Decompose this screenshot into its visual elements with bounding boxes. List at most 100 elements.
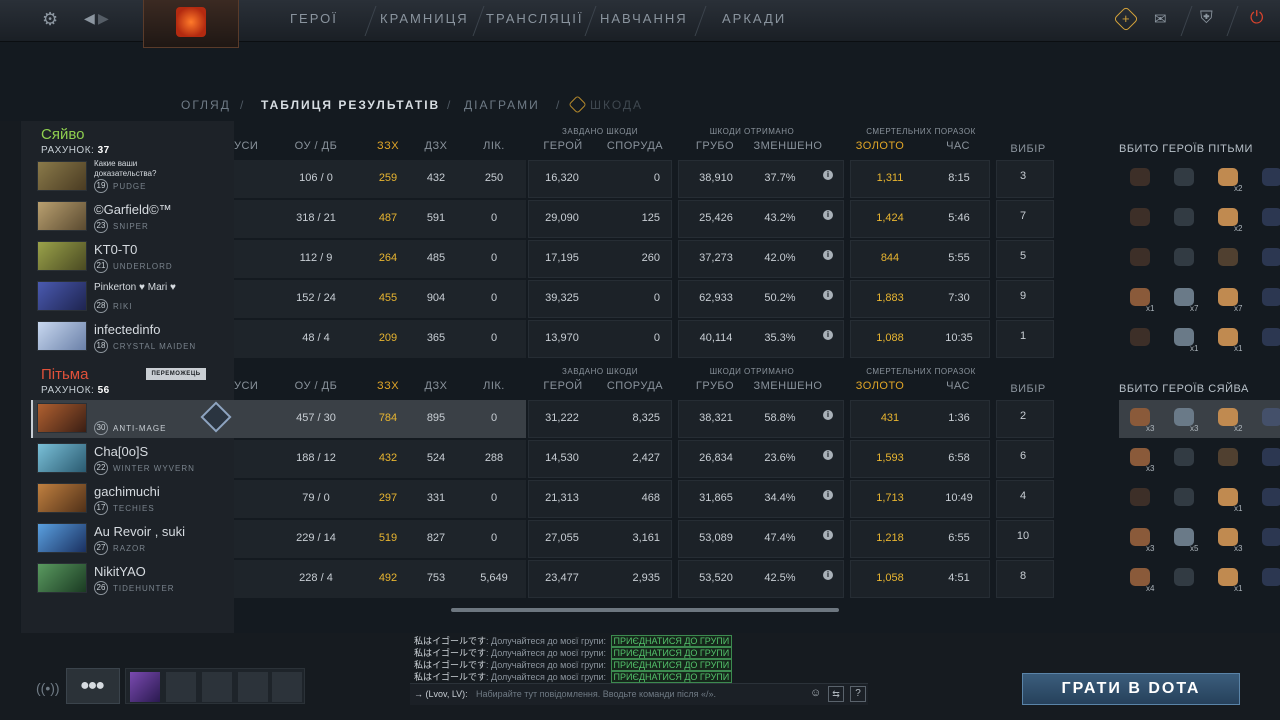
party-member-avatar[interactable] <box>130 672 160 702</box>
col-header-xpm: ДЗХ <box>424 140 448 152</box>
empty-slot-avatar[interactable] <box>202 672 232 702</box>
empty-slot-avatar[interactable] <box>166 672 196 702</box>
player-row[interactable]: KT0-T0 21 UNDERLORD <box>33 238 225 276</box>
chat-sender[interactable]: 私はイゴールです <box>414 648 486 658</box>
party-icon: ●●● <box>80 677 105 694</box>
nav-arcade[interactable]: АРКАДИ <box>722 11 786 26</box>
player-row[interactable]: NikitYAO 26 TIDEHUNTER <box>33 560 225 598</box>
player-level: 18 <box>94 339 108 353</box>
player-level: 26 <box>94 581 108 595</box>
emoji-icon[interactable]: ☺ <box>810 687 821 699</box>
kill-count: x2 <box>1234 184 1243 193</box>
kills-deaths-value: 106 / 0 <box>299 172 333 184</box>
info-icon[interactable]: i <box>823 330 833 340</box>
dota-logo[interactable] <box>143 0 239 48</box>
play-dota-button[interactable]: ГРАТИ В DOTA <box>1022 673 1240 705</box>
chat-sender[interactable]: 私はイゴールです <box>414 660 486 670</box>
player-name: infectedinfo <box>94 322 161 337</box>
lost-gold-value: 1,311 <box>876 172 904 184</box>
col-header-building-damage: СПОРУДА <box>606 140 664 152</box>
nav-heroes[interactable]: ГЕРОЇ <box>290 11 338 26</box>
info-icon[interactable]: i <box>823 170 833 180</box>
player-name: gachimuchi <box>94 484 160 499</box>
help-button[interactable]: ? <box>850 686 866 702</box>
nav-watch[interactable]: ТРАНСЛЯЦІЇ <box>486 11 584 26</box>
col-header-hero-damage: ГЕРОЙ <box>543 380 583 392</box>
col-header-dead-time: ЧАС <box>946 380 970 392</box>
armory-icon[interactable]: ⛨ <box>1200 8 1213 28</box>
chat-input[interactable]: Набирайте тут повідомлення. Вводьте кома… <box>476 689 716 699</box>
hero-damage-value: 31,222 <box>545 412 579 424</box>
col-group-deaths: СМЕРТЕЛЬНИХ ПОРАЗОК <box>866 127 976 136</box>
power-icon[interactable]: ⏻ <box>1250 8 1263 28</box>
gpm-value: 259 <box>378 172 398 184</box>
lost-gold-value: 431 <box>880 412 900 424</box>
empty-slot-avatar[interactable] <box>272 672 302 702</box>
player-row[interactable]: Какие ваши доказательства? 19 PUDGE <box>33 158 225 196</box>
killed-hero-icon <box>1174 488 1194 506</box>
raw-damage-value: 62,933 <box>699 292 733 304</box>
player-row[interactable]: ©Garfield©™ 23 SNIPER <box>33 198 225 236</box>
back-arrow-icon[interactable]: ◀ <box>84 10 95 27</box>
plus-icon <box>568 95 587 114</box>
info-icon[interactable]: i <box>823 210 833 220</box>
dead-time-value: 10:49 <box>945 492 973 504</box>
hero-damage-value: 14,530 <box>545 452 579 464</box>
gpm-value: 487 <box>378 212 398 224</box>
player-row[interactable]: Pinkerton ♥ Mari ♥ 28 RIKI <box>33 278 225 316</box>
nav-store[interactable]: КРАМНИЦЯ <box>380 11 469 26</box>
player-row[interactable]: infectedinfo 18 CRYSTAL MAIDEN <box>33 318 225 356</box>
xpm-value: 753 <box>426 572 446 584</box>
player-level: 28 <box>94 299 108 313</box>
player-row[interactable]: Au Revoir , suki 27 RAZOR <box>33 520 225 558</box>
info-icon[interactable]: i <box>823 530 833 540</box>
player-name: NikitYAO <box>94 564 146 579</box>
chat-sender[interactable]: 私はイゴールです <box>414 672 486 682</box>
pick-value: 5 <box>1019 250 1027 262</box>
chat-input-bar[interactable]: → (Lvov, LV): Набирайте тут повідомлення… <box>410 683 868 705</box>
nav-learn[interactable]: НАВЧАННЯ <box>600 11 688 26</box>
raw-damage-value: 40,114 <box>699 332 733 344</box>
gear-icon[interactable]: ⚙ <box>42 9 58 30</box>
kill-count: x1 <box>1234 504 1243 513</box>
hero-name: SNIPER <box>113 222 149 231</box>
player-row[interactable]: gachimuchi 17 TECHIES <box>33 480 225 518</box>
chat-sender[interactable]: 私はイゴールです <box>414 636 486 646</box>
mail-icon[interactable]: ✉ <box>1154 10 1167 28</box>
party-button[interactable]: ●●● <box>66 668 120 704</box>
chat-wheel-icon[interactable]: ⇆ <box>828 686 844 702</box>
player-row[interactable]: Cha[0o]S 22 WINTER WYVERN <box>33 440 225 478</box>
kill-count: x1 <box>1146 304 1155 313</box>
info-icon[interactable]: i <box>823 410 833 420</box>
broadcast-icon[interactable]: ((•)) <box>36 680 60 696</box>
building-damage-value: 0 <box>653 172 660 184</box>
forward-arrow-icon[interactable]: ▶ <box>98 10 109 27</box>
player-name: ©Garfield©™ <box>94 202 172 217</box>
player-row[interactable]: 30 ANTI-MAGE <box>33 400 225 438</box>
plus-icon[interactable]: + <box>1113 6 1139 32</box>
gpm-value: 784 <box>378 412 398 424</box>
tab-scoreboard[interactable]: ТАБЛИЦЯ РЕЗУЛЬТАТІВ <box>261 98 440 112</box>
info-icon[interactable]: i <box>823 290 833 300</box>
info-icon[interactable]: i <box>823 250 833 260</box>
raw-damage-value: 31,865 <box>699 492 733 504</box>
empty-slot-avatar[interactable] <box>238 672 268 702</box>
building-damage-value: 2,427 <box>632 452 660 464</box>
killed-hero-icon <box>1130 168 1150 186</box>
col-group-damage-dealt: ЗАВДАНО ШКОДИ <box>562 367 638 376</box>
kills-deaths-value: 188 / 12 <box>296 452 336 464</box>
info-icon[interactable]: i <box>823 570 833 580</box>
info-icon[interactable]: i <box>823 490 833 500</box>
player-level: 30 <box>94 421 108 435</box>
horizontal-scrollbar[interactable] <box>451 608 839 612</box>
tab-overview[interactable]: ОГЛЯД <box>181 98 231 112</box>
tab-graphs[interactable]: ДІАГРАМИ <box>464 98 540 112</box>
info-icon[interactable]: i <box>823 450 833 460</box>
hero-portrait-winter-wyvern <box>37 443 87 473</box>
dead-time-value: 5:55 <box>948 252 970 264</box>
kills-deaths-value: 48 / 4 <box>302 332 330 344</box>
killed-hero-icon <box>1262 328 1280 346</box>
tab-damage[interactable]: ШКОДА <box>590 98 643 112</box>
hero-name: WINTER WYVERN <box>113 464 195 473</box>
join-party-link[interactable]: ПРИЄДНАТИСЯ ДО ГРУПИ <box>610 671 733 683</box>
